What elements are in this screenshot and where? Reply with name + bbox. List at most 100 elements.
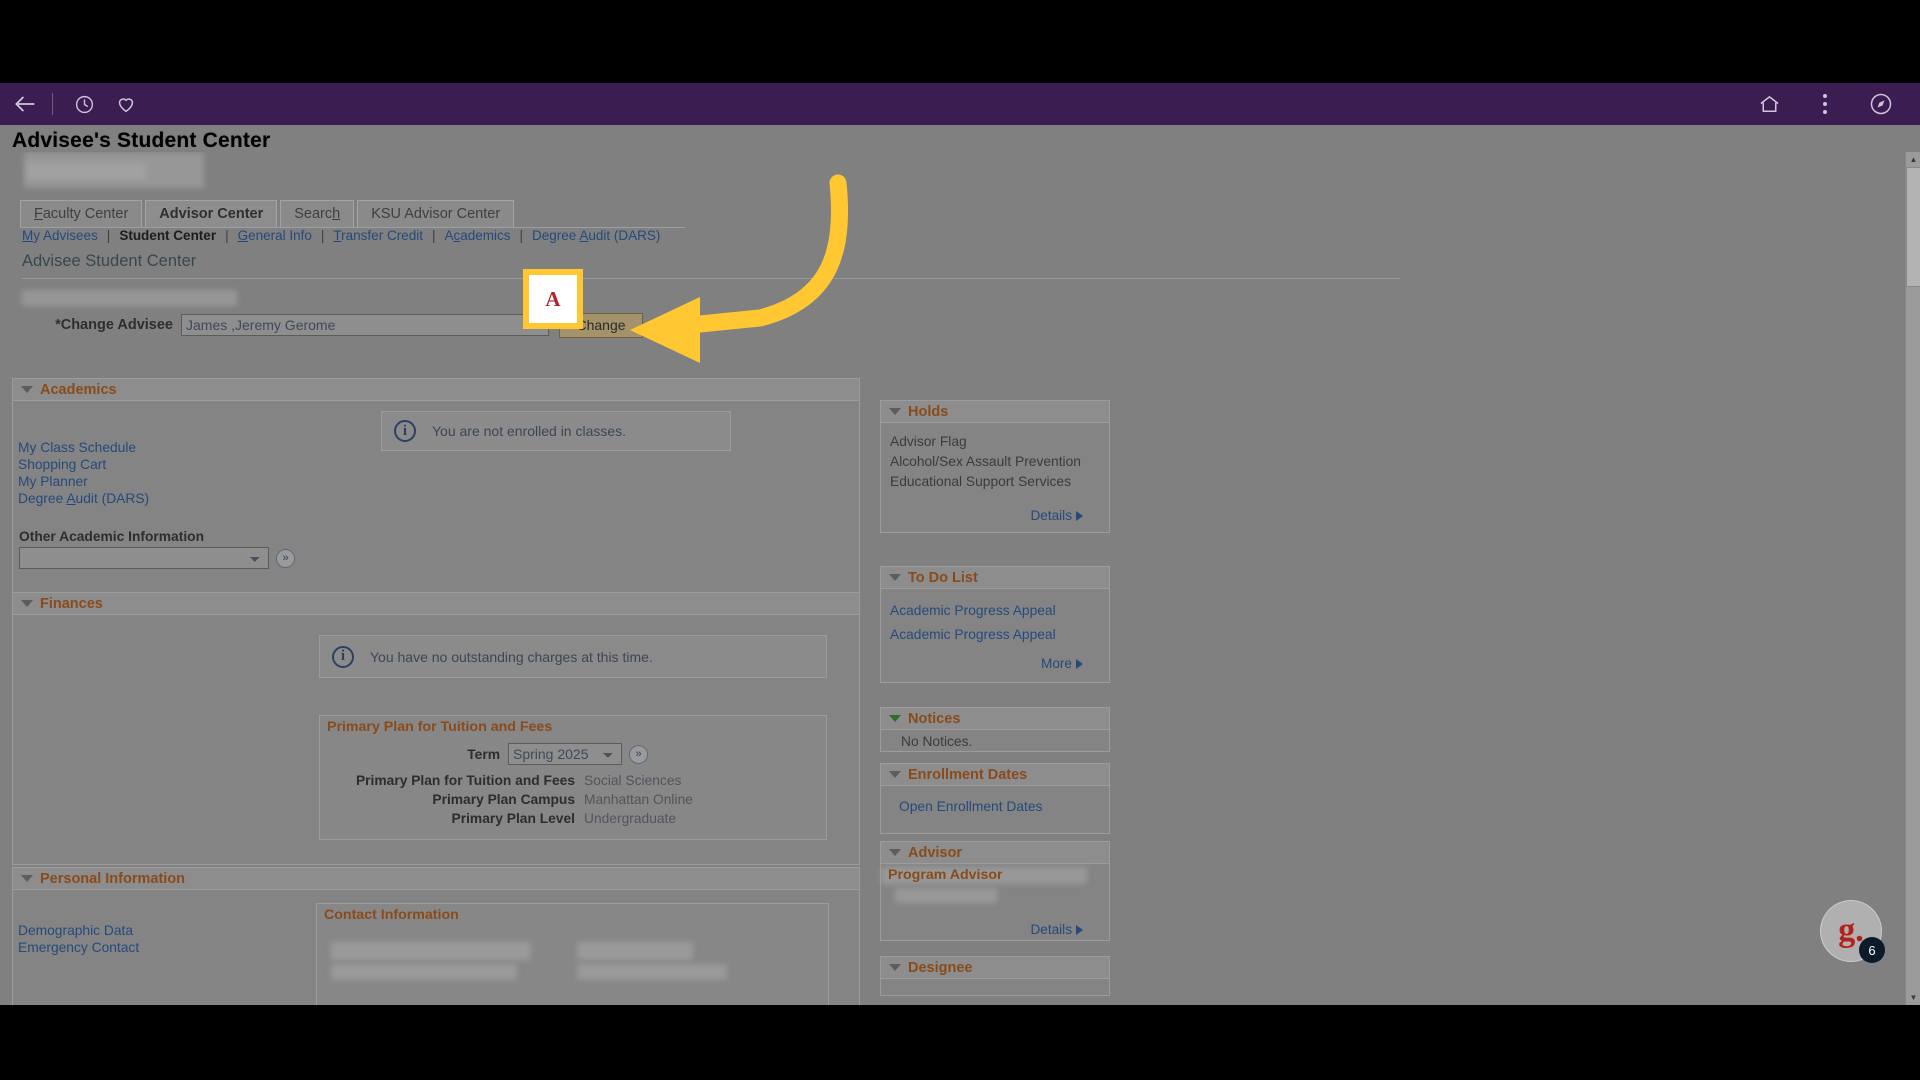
details-triangle-icon	[1076, 925, 1083, 935]
link-degree-audit-dars[interactable]: Degree Audit (DARS)	[18, 490, 278, 507]
hold-item: Alcohol/Sex Assault Prevention	[890, 454, 1081, 469]
primary-plan-campus-label: Primary Plan Campus	[432, 792, 575, 807]
hold-item: Educational Support Services	[890, 474, 1071, 489]
finances-heading: Finances	[40, 595, 103, 612]
subnav-transfer-credit[interactable]: Transfer Credit	[333, 228, 423, 243]
advisor-details-link[interactable]: Details	[881, 922, 1109, 937]
tab-search[interactable]: Search	[280, 200, 355, 227]
collapse-caret-icon[interactable]	[889, 849, 901, 856]
page-scrollbar[interactable]: ▲ ▼	[1905, 152, 1920, 1005]
enrollment-message: You are not enrolled in classes.	[432, 423, 627, 439]
academics-panel-header[interactable]: Academics	[13, 379, 859, 401]
subnav-student-center[interactable]: Student Center	[119, 228, 216, 243]
academics-links: My Class Schedule Shopping Cart My Plann…	[18, 439, 278, 507]
holds-panel-header[interactable]: Holds	[881, 401, 1109, 423]
notices-panel-header[interactable]: Notices	[881, 708, 1109, 730]
subnav-sep: |	[519, 228, 524, 243]
hold-item: Advisor Flag	[890, 434, 967, 449]
personal-information-header[interactable]: Personal Information	[13, 868, 859, 890]
scroll-down-arrow-icon[interactable]: ▼	[1906, 990, 1920, 1005]
link-shopping-cart[interactable]: Shopping Cart	[18, 456, 278, 473]
collapse-caret-icon[interactable]	[889, 408, 901, 415]
subnav-general-info[interactable]: General Info	[238, 228, 312, 243]
subnav-sep: |	[320, 228, 325, 243]
other-academic-info-block: Other Academic Information »	[19, 529, 295, 569]
change-advisee-select[interactable]: James ,Jeremy Gerome	[181, 314, 549, 336]
holds-details-link[interactable]: Details	[881, 508, 1109, 523]
subnav-degree-audit[interactable]: Degree Audit (DARS)	[532, 228, 660, 243]
personal-information-panel: Personal Information Demographic Data Em…	[12, 867, 860, 1005]
section-title: Advisee Student Center	[22, 252, 197, 270]
overflow-menu-icon[interactable]	[1808, 87, 1842, 121]
subnav-my-advisees[interactable]: My Advisees	[22, 228, 98, 243]
primary-plan-panel: Primary Plan for Tuition and Fees Term S…	[319, 715, 827, 840]
scroll-up-arrow-icon[interactable]: ▲	[1906, 152, 1920, 167]
tab-search-label: Searc	[294, 206, 333, 222]
link-my-class-schedule[interactable]: My Class Schedule	[18, 439, 278, 456]
term-select[interactable]: Spring 2025	[508, 743, 622, 765]
charges-message: You have no outstanding charges at this …	[370, 648, 653, 665]
link-emergency-contact[interactable]: Emergency Contact	[18, 939, 139, 956]
collapse-caret-icon[interactable]	[21, 600, 33, 607]
tab-ksu-advisor-center-label: KSU Advisor Center	[371, 206, 501, 222]
collapse-caret-icon[interactable]	[21, 386, 33, 393]
annotation-highlight-box: A	[523, 269, 583, 329]
favorites-heart-icon[interactable]	[109, 87, 143, 121]
link-my-planner[interactable]: My Planner	[18, 473, 278, 490]
finances-panel: Finances i You have no outstanding charg…	[12, 592, 860, 865]
collapse-caret-icon[interactable]	[889, 715, 901, 722]
subnav-sep: |	[431, 228, 436, 243]
scrollbar-thumb[interactable]	[1906, 167, 1920, 287]
collapse-caret-icon[interactable]	[889, 964, 901, 971]
term-go-icon[interactable]: »	[629, 744, 648, 764]
tab-advisor-center[interactable]: Advisor Center	[145, 200, 278, 227]
compass-icon[interactable]	[1864, 87, 1898, 121]
collapse-caret-icon[interactable]	[889, 574, 901, 581]
tab-advisor-center-label: Advisor Center	[159, 206, 264, 222]
designee-heading: Designee	[908, 959, 973, 976]
back-arrow-icon[interactable]	[8, 87, 42, 121]
grammarly-widget[interactable]: g. 6	[1820, 900, 1885, 963]
enrollment-dates-panel-header[interactable]: Enrollment Dates	[881, 764, 1109, 786]
advisor-details-label: Details	[1030, 922, 1072, 937]
primary-plan-row: Primary Plan Level Undergraduate	[320, 811, 826, 826]
contact-phone-redacted	[577, 964, 727, 980]
other-academic-info-select[interactable]	[19, 547, 269, 569]
collapse-caret-icon[interactable]	[889, 771, 901, 778]
todo-panel-header[interactable]: To Do List	[881, 567, 1109, 589]
home-icon[interactable]	[1752, 87, 1786, 121]
tab-faculty-center[interactable]: Faculty Center	[20, 200, 143, 227]
history-clock-icon[interactable]	[67, 87, 101, 121]
contact-email-redacted	[577, 942, 693, 960]
enrollment-message-box: i You are not enrolled in classes.	[381, 411, 731, 451]
advisor-panel: Advisor Program Advisor Details	[880, 841, 1110, 941]
student-name-redacted	[22, 290, 237, 306]
primary-plan-term-row: Term Spring 2025 »	[320, 737, 826, 765]
todo-panel: To Do List Academic Progress Appeal Acad…	[880, 566, 1110, 683]
enrollment-dates-panel: Enrollment Dates Open Enrollment Dates	[880, 763, 1110, 834]
subnav-academics[interactable]: Academics	[444, 228, 510, 243]
collapse-caret-icon[interactable]	[21, 875, 33, 882]
designee-panel-header[interactable]: Designee	[881, 957, 1109, 979]
primary-plan-tuition-value: Social Sciences	[584, 773, 682, 788]
todo-item[interactable]: Academic Progress Appeal	[890, 599, 1101, 623]
todo-more-link[interactable]: More	[881, 656, 1109, 671]
link-open-enrollment-dates[interactable]: Open Enrollment Dates	[881, 786, 1109, 815]
contact-information-heading: Contact Information	[324, 906, 459, 923]
link-demographic-data[interactable]: Demographic Data	[18, 922, 139, 939]
primary-plan-level-label: Primary Plan Level	[451, 811, 575, 826]
todo-more-label: More	[1041, 656, 1072, 671]
other-academic-info-label: Other Academic Information	[19, 529, 205, 544]
finances-panel-header[interactable]: Finances	[13, 593, 859, 615]
subnav-sep: |	[106, 228, 111, 243]
other-academic-info-go-icon[interactable]: »	[276, 548, 295, 568]
advisor-panel-header[interactable]: Advisor	[881, 842, 1109, 864]
notices-panel: Notices No Notices.	[880, 707, 1110, 752]
toolbar-divider	[52, 93, 53, 115]
holds-heading: Holds	[908, 403, 949, 420]
personal-information-links: Demographic Data Emergency Contact	[18, 922, 139, 956]
todo-item[interactable]: Academic Progress Appeal	[890, 623, 1101, 647]
tab-ksu-advisor-center[interactable]: KSU Advisor Center	[357, 200, 515, 227]
primary-plan-rows: Primary Plan for Tuition and Fees Social…	[320, 773, 826, 826]
primary-plan-level-value: Undergraduate	[584, 811, 677, 826]
